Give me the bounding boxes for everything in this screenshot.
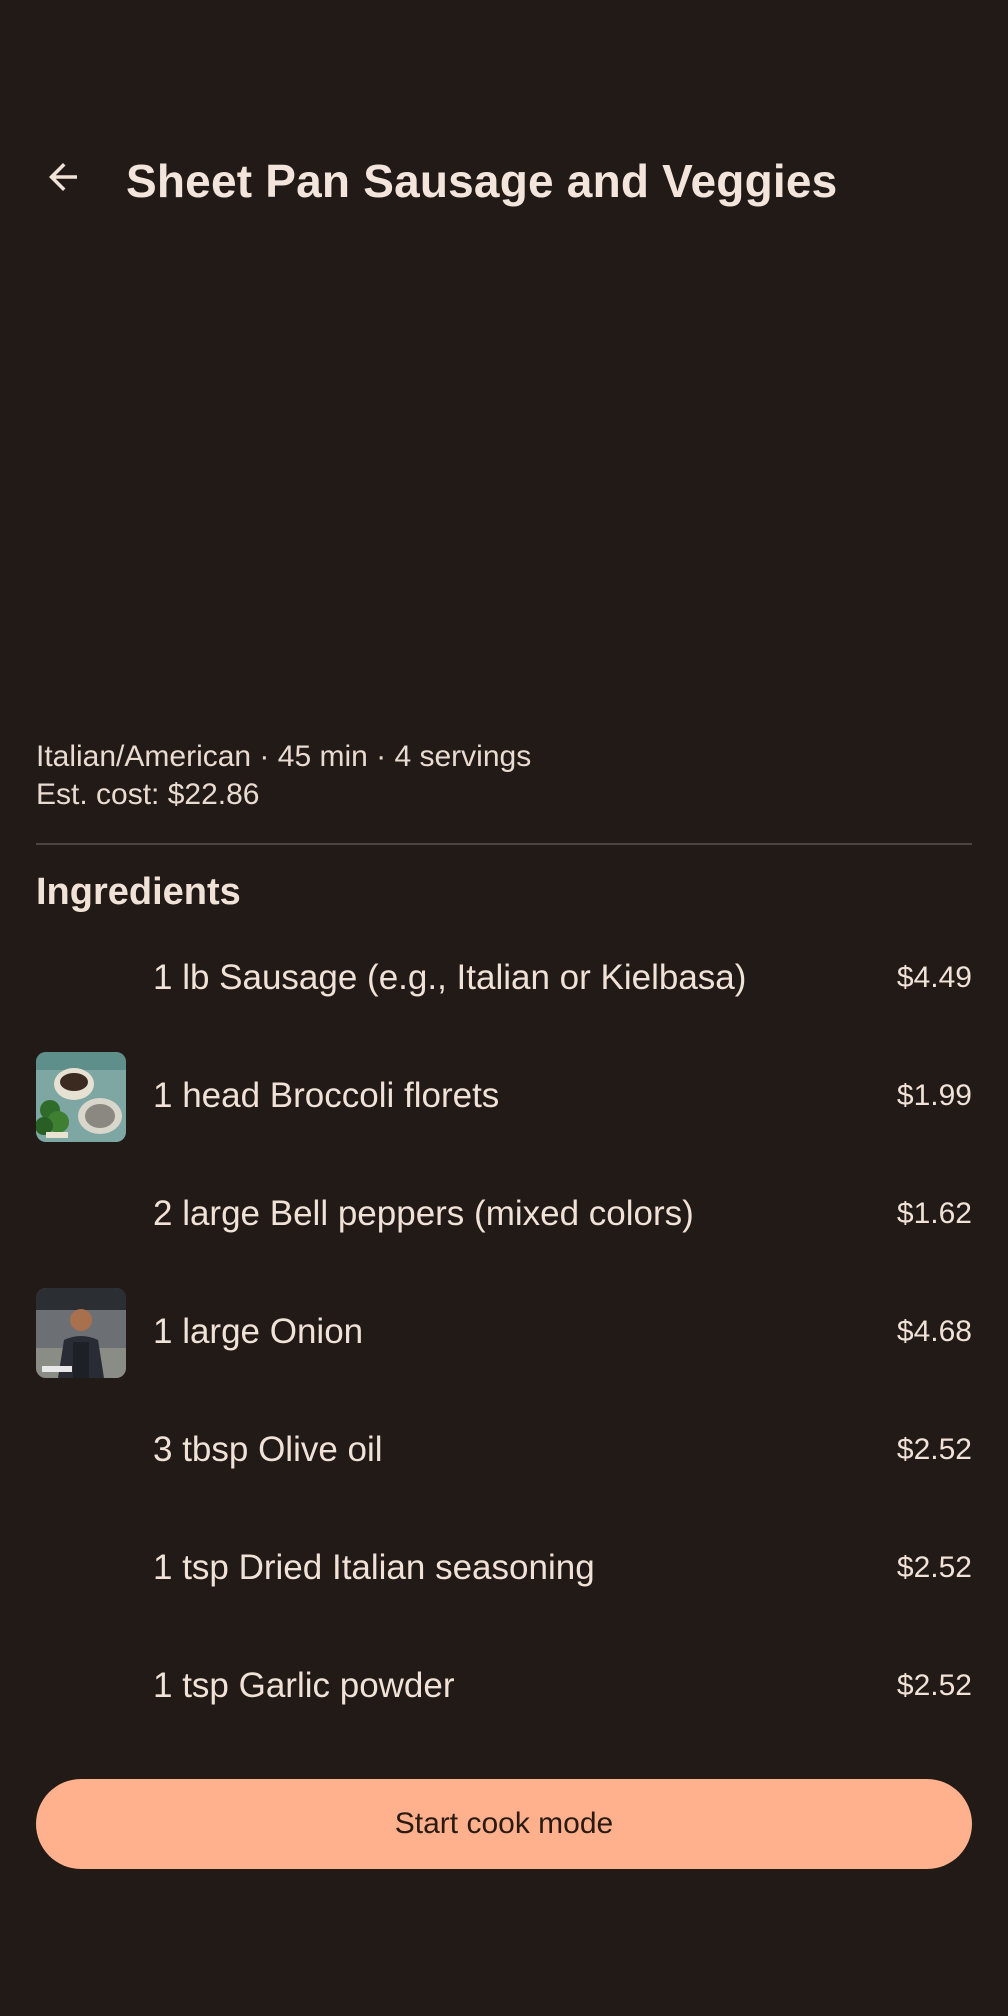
cook-mode-label: Start cook mode <box>394 1807 614 1840</box>
page-title: Sheet Pan Sausage and Veggies <box>126 155 838 207</box>
broccoli-photo <box>36 1052 126 1142</box>
recipe-meta: Italian/American · 45 min · 4 servings E… <box>36 738 531 814</box>
broccoli-thumbnail <box>36 1052 126 1142</box>
ingredient-row[interactable]: 1 large Onion $4.68 <box>0 1274 1008 1392</box>
ingredient-name: 1 large Onion <box>153 1312 364 1351</box>
ingredient-list: 1 lb Sausage (e.g., Italian or Kielbasa)… <box>0 920 1008 1746</box>
ingredient-name: 1 lb Sausage (e.g., Italian or Kielbasa) <box>153 958 747 997</box>
estimated-cost: Est. cost: $22.86 <box>36 778 260 811</box>
ingredient-row[interactable]: 3 tbsp Olive oil $2.52 <box>0 1392 1008 1510</box>
ingredient-name: 1 tsp Garlic powder <box>153 1666 455 1705</box>
ingredient-price: $2.52 <box>896 1669 972 1702</box>
back-button[interactable] <box>36 150 90 204</box>
arrow-left-icon <box>49 163 77 191</box>
ingredient-name: 1 head Broccoli florets <box>153 1076 500 1115</box>
ingredient-row[interactable]: 1 lb Sausage (e.g., Italian or Kielbasa)… <box>0 920 1008 1038</box>
ingredient-name: 1 tsp Dried Italian seasoning <box>153 1548 595 1587</box>
ingredient-price: $4.49 <box>896 961 972 994</box>
ingredient-price: $2.52 <box>896 1433 972 1466</box>
ingredients-heading: Ingredients <box>36 871 241 913</box>
ingredient-row[interactable]: 1 head Broccoli florets $1.99 <box>0 1038 1008 1156</box>
start-cook-mode-button[interactable]: Start cook mode <box>36 1779 972 1869</box>
ingredient-row[interactable]: 1 tsp Dried Italian seasoning $2.52 <box>0 1510 1008 1628</box>
ingredient-name: 2 large Bell peppers (mixed colors) <box>153 1194 694 1233</box>
ingredient-price: $2.52 <box>896 1551 972 1584</box>
divider <box>36 843 972 845</box>
recipe-details: Italian/American · 45 min · 4 servings <box>36 740 532 773</box>
ingredient-price: $4.68 <box>896 1315 972 1348</box>
ingredient-price: $1.62 <box>896 1197 972 1230</box>
chef-photo <box>36 1288 126 1378</box>
ingredient-row[interactable]: 2 large Bell peppers (mixed colors) $1.6… <box>0 1156 1008 1274</box>
ingredient-row[interactable]: 1 tsp Garlic powder $2.52 <box>0 1628 1008 1746</box>
chef-thumbnail <box>36 1288 126 1378</box>
recipe-image-area <box>0 250 1008 720</box>
top-app-bar: Sheet Pan Sausage and Veggies <box>0 130 1008 240</box>
ingredient-name: 3 tbsp Olive oil <box>153 1430 383 1469</box>
ingredient-price: $1.99 <box>896 1079 972 1112</box>
